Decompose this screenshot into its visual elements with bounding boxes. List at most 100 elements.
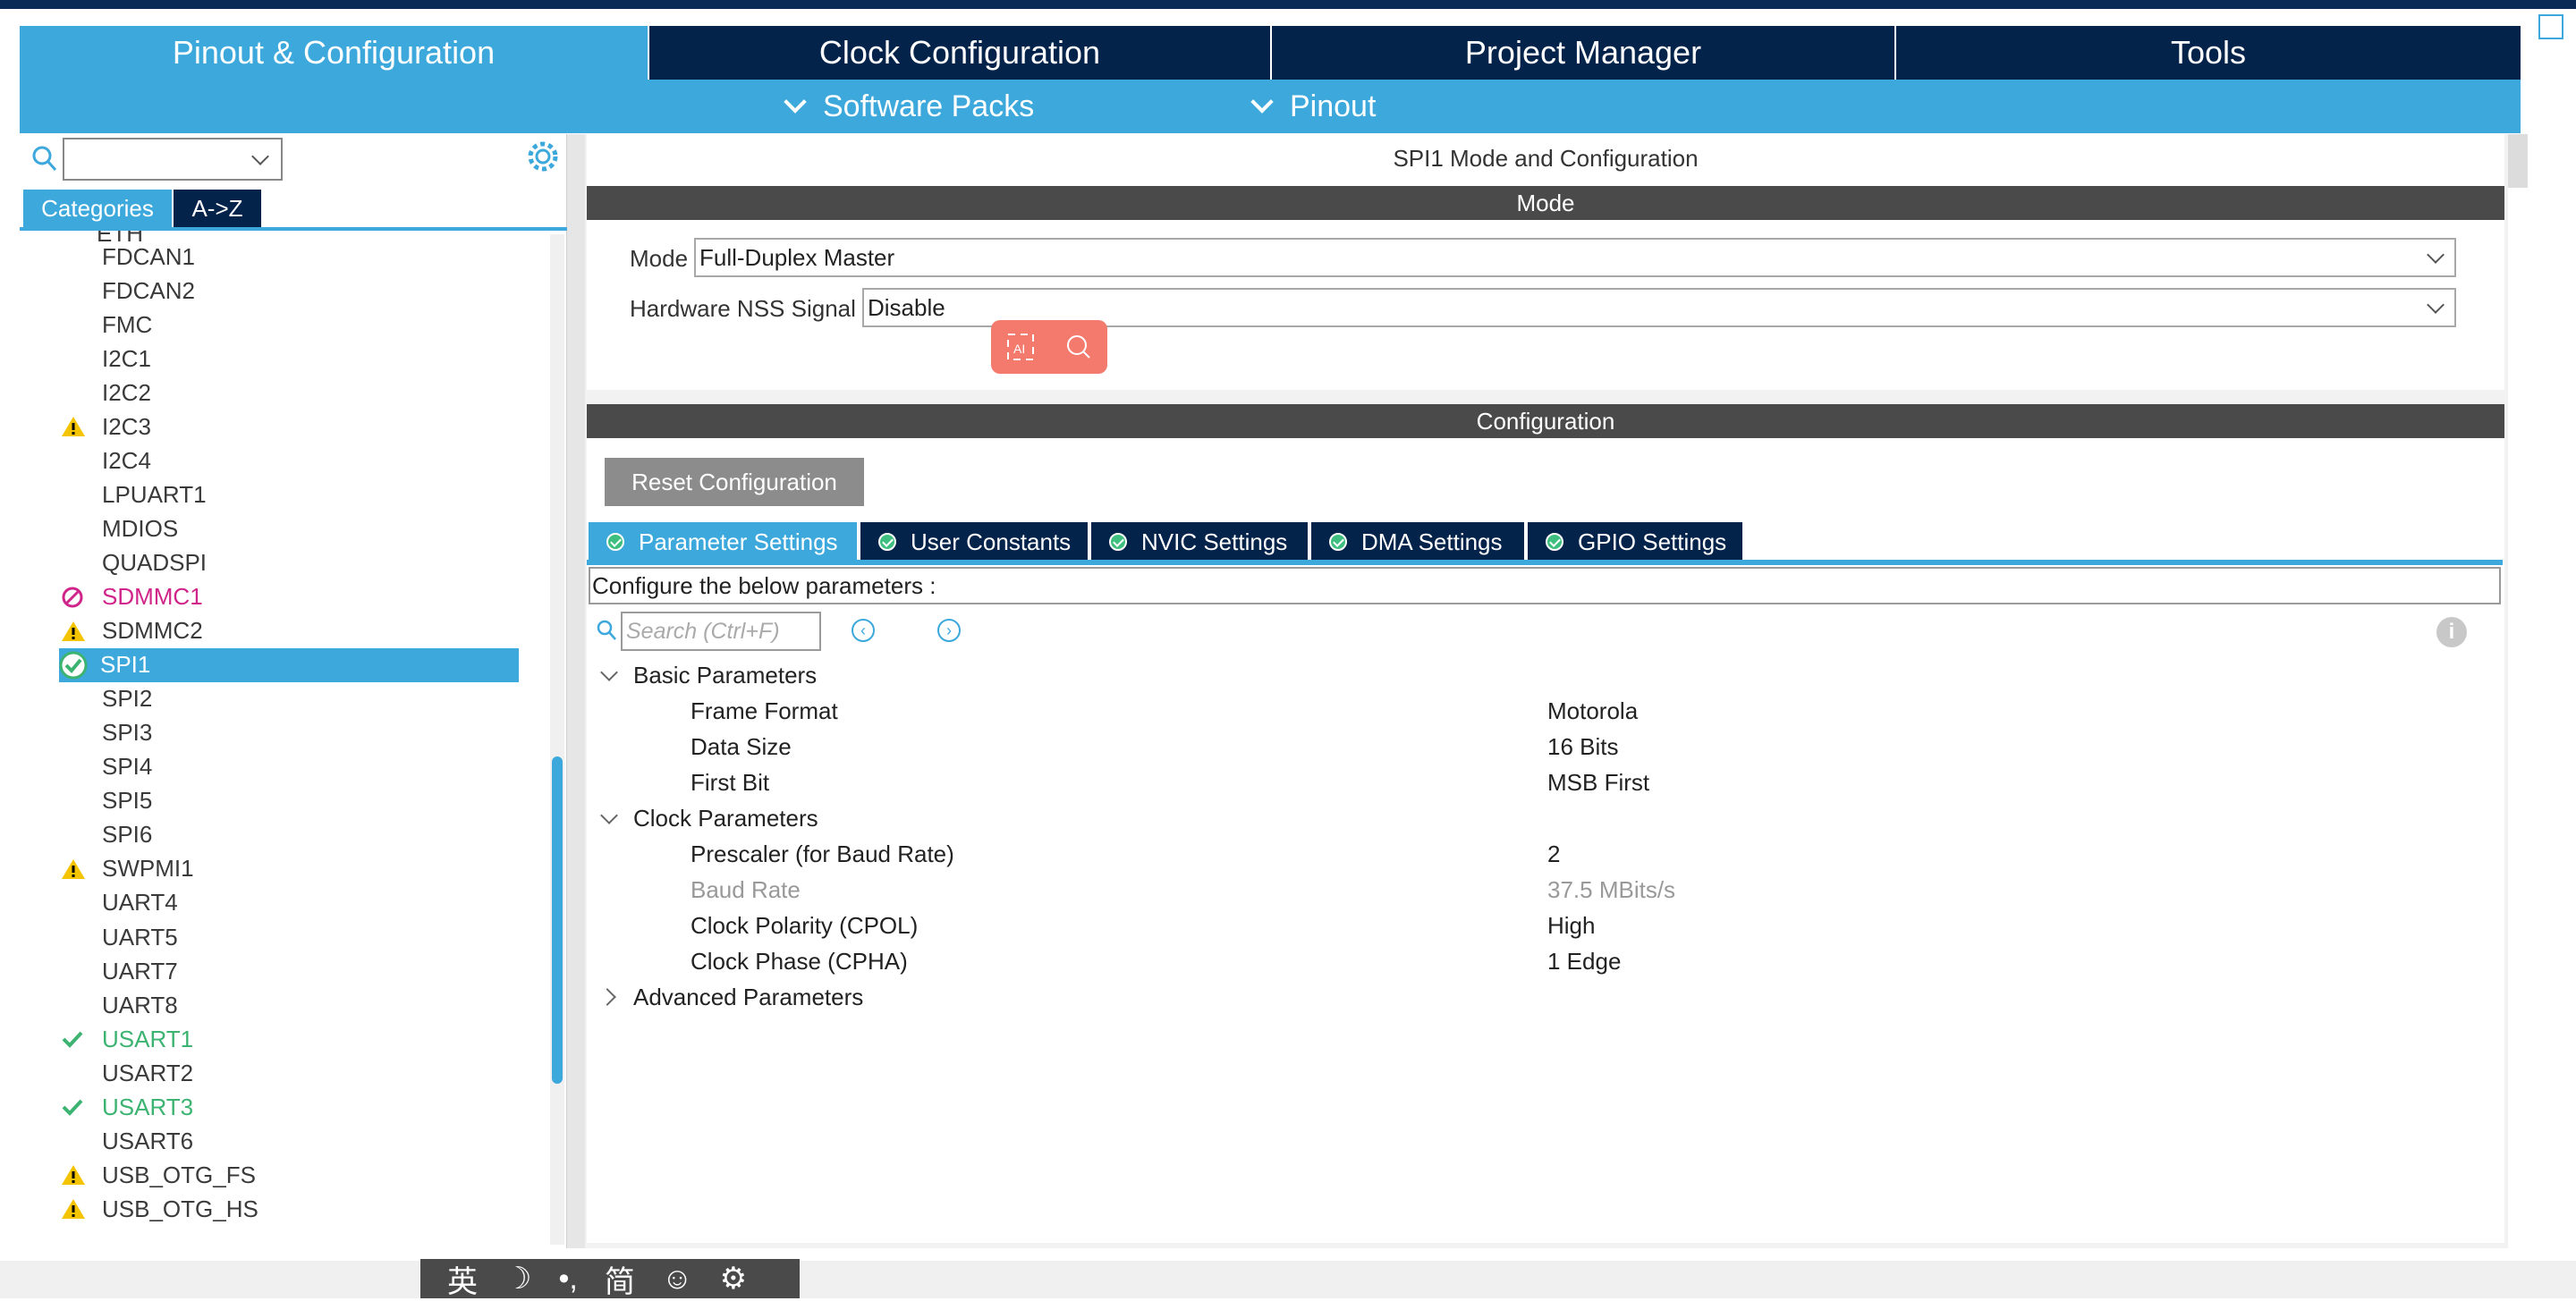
list-item[interactable]: UART4 xyxy=(61,886,178,920)
list-item[interactable]: I2C4 xyxy=(61,444,151,477)
list-item[interactable]: FMC xyxy=(61,308,152,342)
parameter-search-input[interactable]: Search (Ctrl+F) xyxy=(621,612,821,651)
moon-icon[interactable]: ☽ xyxy=(504,1261,531,1297)
window-button-icon[interactable] xyxy=(2538,14,2563,39)
list-item[interactable]: SPI1 xyxy=(59,647,519,682)
settings-icon[interactable]: ⚙ xyxy=(720,1261,747,1297)
list-item-label: UART5 xyxy=(102,923,178,950)
parameter-name: Prescaler (for Baud Rate) xyxy=(691,840,954,867)
tab-clock-configuration[interactable]: Clock Configuration xyxy=(649,26,1270,80)
gear-icon[interactable] xyxy=(526,139,560,173)
search-icon[interactable] xyxy=(1063,331,1095,363)
tab-parameter-settings[interactable]: Parameter Settings xyxy=(589,522,857,562)
parameter-value[interactable]: Motorola xyxy=(1547,693,1638,729)
check-circle-icon xyxy=(1329,533,1347,551)
collapse-handle[interactable] xyxy=(2508,134,2528,188)
parameter-value[interactable]: 16 Bits xyxy=(1547,729,1619,765)
simplified-icon[interactable]: 简 xyxy=(605,1257,635,1301)
ocr-icon[interactable]: AI xyxy=(1004,331,1037,363)
tab-pinout-configuration[interactable]: Pinout & Configuration xyxy=(20,26,648,80)
software-packs-menu[interactable]: Software Packs xyxy=(784,80,1034,133)
chevron-right-icon[interactable] xyxy=(597,990,623,1004)
list-item[interactable]: UART7 xyxy=(61,954,178,988)
list-item[interactable]: USB_OTG_HS xyxy=(61,1192,258,1226)
list-item[interactable]: I2C1 xyxy=(61,342,151,376)
nss-label: Hardware NSS Signal xyxy=(630,295,856,322)
info-icon[interactable]: i xyxy=(2436,617,2467,647)
list-item[interactable]: SPI5 xyxy=(61,784,152,818)
splitter[interactable] xyxy=(567,134,585,1248)
list-item-label: USB_OTG_HS xyxy=(102,1195,258,1222)
mode-select[interactable]: Full-Duplex Master xyxy=(694,238,2456,277)
check-circle-icon xyxy=(1546,533,1563,551)
check-circle-icon xyxy=(606,533,624,551)
reset-configuration-button[interactable]: Reset Configuration xyxy=(605,458,864,506)
parameter-value[interactable]: MSB First xyxy=(1547,765,1649,800)
mode-label: Mode xyxy=(630,245,689,272)
scrollbar-thumb[interactable] xyxy=(552,756,563,1084)
list-item[interactable]: I2C3 xyxy=(61,410,151,444)
pinout-menu[interactable]: Pinout xyxy=(1250,80,1376,133)
search-icon[interactable] xyxy=(30,143,59,175)
list-item[interactable]: USB_OTG_FS xyxy=(61,1158,256,1192)
list-item[interactable]: SWPMI1 xyxy=(61,852,194,886)
tab-underline xyxy=(587,560,2503,565)
tab-categories[interactable]: Categories xyxy=(23,190,172,227)
list-item[interactable]: SDMMC1 xyxy=(61,580,203,614)
previous-match-icon[interactable]: ‹ xyxy=(852,619,875,642)
parameter-group[interactable]: Basic Parameters xyxy=(597,657,817,693)
tab-label: A->Z xyxy=(191,194,243,222)
chevron-down-icon xyxy=(2427,296,2445,314)
search-combo[interactable] xyxy=(63,138,283,181)
list-item[interactable]: SDMMC2 xyxy=(61,614,203,648)
ime-lang-icon[interactable]: 英 xyxy=(447,1257,478,1301)
ime-toolbar[interactable]: 英 ☽ •, 简 ☺ ⚙ xyxy=(420,1257,800,1301)
tab-tools[interactable]: Tools xyxy=(1896,26,2521,80)
floating-ocr-toolbar[interactable]: AI xyxy=(991,320,1107,374)
next-match-icon[interactable]: › xyxy=(937,619,961,642)
parameter-value[interactable]: 2 xyxy=(1547,836,1560,872)
tab-user-constants[interactable]: User Constants xyxy=(860,522,1088,562)
tab-nvic-settings[interactable]: NVIC Settings xyxy=(1091,522,1308,562)
search-icon[interactable] xyxy=(596,619,617,642)
tab-a-to-z[interactable]: A->Z xyxy=(174,190,261,227)
tab-label: Pinout & Configuration xyxy=(172,34,496,71)
list-item[interactable]: SPI6 xyxy=(61,818,152,852)
list-item[interactable]: UART8 xyxy=(61,988,178,1022)
list-item-label: I2C1 xyxy=(102,344,151,372)
tab-label: Clock Configuration xyxy=(818,34,1101,71)
parameter-name: Data Size xyxy=(691,732,792,760)
list-item[interactable]: USART1 xyxy=(61,1022,193,1056)
list-item[interactable]: LPUART1 xyxy=(61,477,207,511)
parameter-value[interactable]: 1 Edge xyxy=(1547,943,1621,979)
parameter-group[interactable]: Clock Parameters xyxy=(597,800,818,836)
list-item-label: SDMMC2 xyxy=(102,617,203,645)
list-item[interactable]: I2C2 xyxy=(61,376,151,410)
list-item[interactable]: MDIOS xyxy=(61,511,178,545)
list-item[interactable]: USART6 xyxy=(61,1124,193,1158)
parameter-group[interactable]: Advanced Parameters xyxy=(597,979,863,1015)
parameter-value[interactable]: High xyxy=(1547,908,1595,943)
list-item-label: UART8 xyxy=(102,991,178,1018)
list-item[interactable]: SPI3 xyxy=(61,716,152,750)
scrollbar-track[interactable] xyxy=(550,234,564,1245)
list-item-label: I2C4 xyxy=(102,446,151,474)
list-item[interactable]: FDCAN2 xyxy=(61,274,195,308)
list-item[interactable]: FDCAN1 xyxy=(61,240,195,274)
tab-dma-settings[interactable]: DMA Settings xyxy=(1311,522,1524,562)
tab-project-manager[interactable]: Project Manager xyxy=(1272,26,1894,80)
parameter-name: First Bit xyxy=(691,768,770,796)
chevron-down-icon[interactable] xyxy=(597,811,623,825)
tab-gpio-settings[interactable]: GPIO Settings xyxy=(1528,522,1742,562)
list-item[interactable]: USART3 xyxy=(61,1090,193,1124)
list-item[interactable]: UART5 xyxy=(61,920,178,954)
check-circle-icon xyxy=(1109,533,1127,551)
punctuation-icon[interactable]: •, xyxy=(558,1262,577,1297)
list-item[interactable]: QUADSPI xyxy=(61,545,207,579)
chevron-down-icon[interactable] xyxy=(597,668,623,682)
list-item[interactable]: SPI4 xyxy=(61,750,152,784)
list-item-label: USART1 xyxy=(102,1025,194,1052)
list-item[interactable]: SPI2 xyxy=(61,682,152,716)
list-item[interactable]: USART2 xyxy=(61,1056,193,1090)
emoji-icon[interactable]: ☺ xyxy=(662,1262,693,1297)
